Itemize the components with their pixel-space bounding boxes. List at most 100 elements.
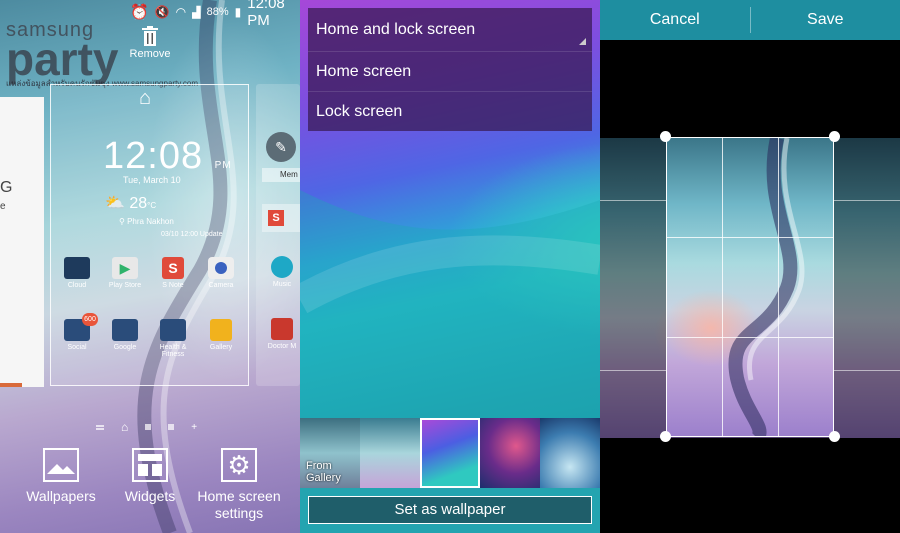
status-bar: ⏰ 🔇 ◠ ▟ 88% ▮ 12:08 PM	[130, 0, 300, 29]
wifi-icon: ◠	[175, 5, 187, 19]
page-indicator: ⌂ +	[96, 420, 197, 434]
outer-grid-line	[600, 200, 666, 201]
battery-percent: 88%	[206, 6, 229, 18]
crop-handle-bottom-right[interactable]	[829, 431, 840, 442]
left-page-card[interactable]: G e	[0, 97, 44, 387]
option-label: Home and lock screen	[316, 21, 476, 38]
crop-handle-bottom-left[interactable]	[660, 431, 671, 442]
crop-handle-top-left[interactable]	[660, 131, 671, 142]
mute-icon: 🔇	[154, 5, 170, 19]
home-page-card[interactable]: ⌂ 12:08 PM Tue, March 10 ⛅ 28°C ⚲ Phra N…	[50, 84, 249, 386]
app-play-store[interactable]: ▶ Play Store	[105, 257, 145, 289]
clock-time: 12:08	[103, 135, 204, 177]
settings-label-line1: Home screen	[197, 488, 281, 504]
widgets-button[interactable]: Widgets	[114, 448, 186, 505]
app-s-note[interactable]: S S Note	[153, 257, 193, 289]
wallpaper-thumb-swirl[interactable]	[360, 418, 420, 488]
clock-suffix: PM	[214, 160, 232, 171]
notification-badge: 600	[82, 313, 98, 326]
google-folder-icon	[112, 319, 138, 341]
wallpaper-thumb-blue[interactable]	[540, 418, 600, 488]
home-page-indicator-icon: ⌂	[121, 420, 129, 434]
app-camera[interactable]: Camera	[201, 257, 241, 289]
wallpapers-button[interactable]: Wallpapers	[24, 448, 98, 505]
settings-label-line2: settings	[214, 505, 264, 521]
left-card-subtext: e	[0, 201, 6, 212]
app-label: Play Store	[108, 282, 142, 289]
gallery-label: From Gallery	[306, 460, 341, 484]
menu-lines-icon	[96, 424, 104, 430]
wallpapers-label: Wallpapers	[26, 488, 96, 504]
option-label: Lock screen	[316, 103, 403, 120]
gallery-line1: From	[306, 460, 332, 472]
remove-drop-target[interactable]: Remove	[125, 26, 175, 60]
wallpaper-picker-panel: Home and lock screen Home screen Lock sc…	[300, 0, 600, 533]
option-home-screen[interactable]: Home screen	[308, 51, 592, 91]
play-store-icon: ▶	[112, 257, 138, 279]
temperature: 28	[129, 195, 148, 212]
set-wallpaper-bar: Set as wallpaper	[300, 488, 600, 533]
cancel-button[interactable]: Cancel	[600, 11, 750, 29]
memo-tab: Mem	[262, 168, 300, 182]
home-screen-settings-button[interactable]: ⚙ Home screen settings	[194, 448, 284, 522]
pen-icon: ✎	[266, 132, 296, 162]
s-note-icon: S	[162, 257, 184, 279]
left-card-accent	[0, 383, 22, 387]
crop-grid-line	[667, 237, 833, 238]
add-page-icon: +	[191, 421, 198, 433]
page-dot	[168, 424, 175, 430]
outer-grid-line	[834, 200, 900, 201]
battery-icon: ▮	[234, 5, 242, 19]
wallpaper-thumb-flower[interactable]	[480, 418, 540, 488]
save-button[interactable]: Save	[751, 11, 900, 29]
cloud-sun-icon: ⛅	[105, 195, 125, 212]
option-home-and-lock[interactable]: Home and lock screen	[308, 8, 592, 51]
app-label: Health & Fitness	[159, 344, 187, 358]
app-social[interactable]: 600 Social	[57, 313, 98, 351]
clock-widget[interactable]: 12:08 PM	[103, 135, 232, 178]
wallpaper-thumbnail-strip: From Gallery	[300, 418, 600, 488]
remove-label: Remove	[129, 48, 171, 60]
app-label: Doctor M	[267, 343, 297, 350]
app-label: Camera	[208, 282, 234, 289]
option-lock-screen[interactable]: Lock screen	[308, 91, 592, 131]
alarm-icon: ⏰	[130, 4, 149, 21]
trash-icon	[142, 26, 158, 46]
app-label: Cloud	[67, 282, 87, 289]
app-music[interactable]: Music	[264, 256, 300, 288]
s-note-widget: S	[262, 204, 300, 232]
left-card-text: G	[0, 179, 13, 196]
app-google[interactable]: Google	[105, 319, 145, 351]
health-folder-icon	[160, 319, 186, 341]
crop-frame[interactable]	[666, 137, 834, 437]
app-gallery[interactable]: Gallery	[201, 319, 241, 351]
crop-swirl-graphic	[728, 138, 805, 436]
wallpaper-thumb-wave-selected[interactable]	[420, 418, 480, 488]
widgets-label: Widgets	[124, 488, 176, 504]
set-as-wallpaper-button[interactable]: Set as wallpaper	[308, 496, 592, 524]
crop-grid-line	[667, 337, 833, 338]
widgets-grid-icon	[132, 448, 168, 482]
location-name: Phra Nakhon	[127, 217, 174, 226]
status-time: 12:08 PM	[247, 0, 285, 29]
outer-grid-line	[834, 370, 900, 371]
app-label: Social	[67, 344, 87, 351]
app-doctor[interactable]: Doctor M	[264, 318, 300, 350]
app-label: S Note	[162, 282, 184, 289]
wallpaper-image-icon	[43, 448, 79, 482]
dropdown-corner-arrow-icon	[579, 38, 586, 45]
wallpaper-target-dropdown[interactable]: Home and lock screen Home screen Lock sc…	[308, 8, 592, 131]
from-gallery-thumb[interactable]: From Gallery	[300, 418, 360, 488]
weather-widget[interactable]: ⛅ 28°C	[105, 193, 156, 213]
camera-icon	[208, 257, 234, 279]
right-page-card[interactable]: ✎ Mem S Music Doctor M	[256, 84, 300, 386]
crop-handle-top-right[interactable]	[829, 131, 840, 142]
gallery-icon	[210, 319, 232, 341]
app-health-fitness[interactable]: Health & Fitness	[153, 319, 193, 358]
home-icon[interactable]: ⌂	[139, 87, 151, 110]
home-screen-edit-panel: samsung party แหล่งข้อมูลสำหรับคนรักซัมซ…	[0, 0, 300, 533]
app-label: Music	[272, 281, 292, 288]
outer-grid-line	[600, 370, 666, 371]
app-cloud[interactable]: Cloud	[57, 257, 97, 289]
crop-action-bar: Cancel Save	[600, 0, 900, 40]
